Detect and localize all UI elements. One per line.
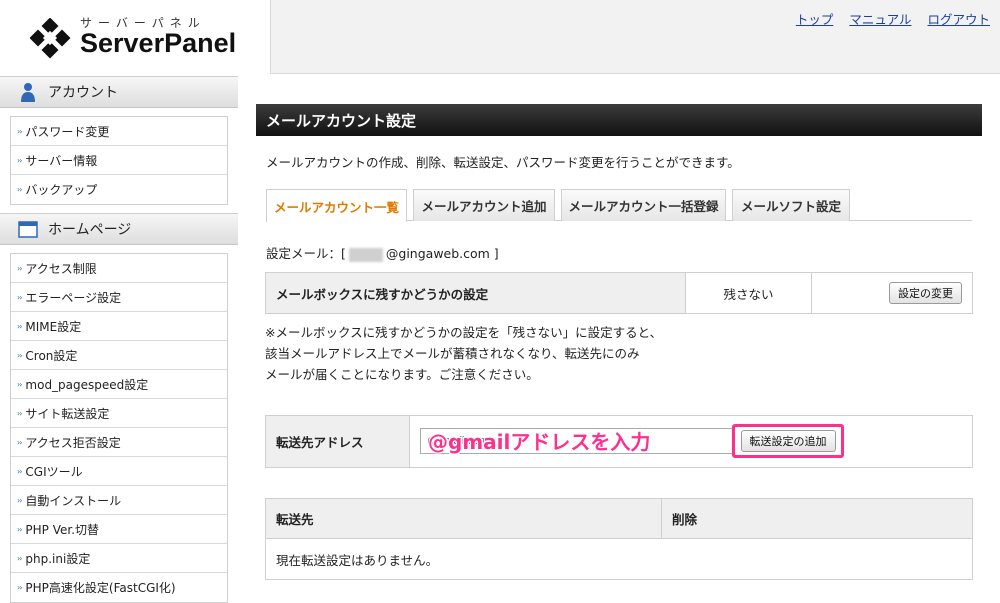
sidebar-item-label: アクセス拒否設定	[25, 435, 121, 450]
logo-text: ServerPanel	[80, 28, 237, 58]
sidebar-homepage-section: ホームページ ›› アクセス制限 ›› エラーページ設定 ›› MIME設定 ›› Cron設…	[0, 213, 238, 603]
setting-mail-domain: @gingaweb.com ]	[385, 246, 499, 261]
sidebar-item-label: バックアップ	[25, 183, 98, 197]
top-bar: トップ マニュアル ログアウト	[270, 0, 1000, 74]
sidebar-item[interactable]: ›› サーバー情報	[11, 146, 227, 175]
sidebar-item[interactable]: ›› サイト転送設定	[11, 399, 227, 428]
forward-destination-table: 転送先 削除 現在転送設定はありません。	[265, 498, 973, 580]
sidebar-item-label: パスワード変更	[25, 124, 110, 139]
chevron-right-icon: ››	[17, 350, 23, 360]
sidebar-item[interactable]: ›› 自動インストール	[11, 486, 227, 515]
sidebar-account-header: アカウント	[0, 76, 238, 108]
mailbox-setting-table: メールボックスに残すかどうかの設定 残さない 設定の変更	[265, 272, 973, 314]
col-delete-header: 削除	[661, 498, 973, 539]
tab-mail-software[interactable]: メールソフト設定	[732, 189, 850, 221]
sidebar-account-section: アカウント ›› パスワード変更 ›› サーバー情報 ›› バックアップ	[0, 76, 238, 205]
sidebar-item-label: MIME設定	[25, 319, 82, 334]
sidebar-homepage-title: ホームページ	[48, 222, 132, 238]
sidebar-item-label: PHP Ver.切替	[25, 522, 100, 537]
notice-line: ※メールボックスに残すかどうかの設定を「残さない」に設定すると、	[265, 325, 663, 340]
chevron-right-icon: ››	[17, 155, 23, 165]
tab-account-list[interactable]: メールアカウント一覧	[266, 189, 407, 222]
top-links: トップ マニュアル ログアウト	[796, 9, 990, 28]
sidebar-item[interactable]: ›› Cron設定	[11, 341, 227, 370]
change-setting-button[interactable]: 設定の変更	[889, 282, 962, 304]
chevron-right-icon: ››	[17, 408, 23, 418]
redacted-text	[348, 247, 383, 262]
chevron-right-icon: ››	[17, 466, 23, 476]
manual-link[interactable]: マニュアル	[849, 9, 911, 28]
highlight-frame: 転送設定の追加	[732, 424, 844, 458]
empty-message: 現在転送設定はありません。	[265, 538, 973, 580]
chevron-right-icon: ››	[17, 524, 23, 534]
notice-text: ※メールボックスに残すかどうかの設定を「残さない」に設定すると、 該当メールアド…	[265, 322, 662, 385]
sidebar-item-label: mod_pagespeed設定	[25, 377, 149, 392]
chevron-right-icon: ››	[17, 292, 23, 302]
sidebar-item[interactable]: ›› CGIツール	[11, 457, 227, 486]
sidebar-item[interactable]: ›› バックアップ	[11, 175, 227, 204]
chevron-right-icon: ››	[17, 185, 23, 194]
main-content: メールアカウント設定 メールアカウントの作成、削除、転送設定、パスワード変更を行…	[256, 104, 982, 580]
sidebar-account-list: ›› パスワード変更 ›› サーバー情報 ›› バックアップ	[10, 116, 228, 205]
section-description: メールアカウントの作成、削除、転送設定、パスワード変更を行うことができます。	[266, 155, 740, 170]
sidebar-item-label: php.ini設定	[25, 551, 91, 566]
user-icon	[21, 83, 35, 102]
logout-link[interactable]: ログアウト	[927, 9, 990, 28]
section-title: メールアカウント設定	[256, 104, 982, 136]
mailbox-setting-action: 設定の変更	[811, 272, 973, 314]
chevron-right-icon: ››	[17, 263, 23, 273]
chevron-right-icon: ››	[17, 495, 23, 505]
sidebar-item[interactable]: ›› MIME設定	[11, 312, 227, 341]
forward-address-cell: @gmailアドレスを入力 転送設定の追加	[409, 415, 973, 468]
sidebar-item[interactable]: ›› アクセス制限	[11, 254, 227, 283]
tab-account-add[interactable]: メールアカウント追加	[413, 189, 555, 221]
sidebar-item[interactable]: ›› パスワード変更	[11, 117, 227, 146]
sidebar-account-title: アカウント	[48, 85, 118, 101]
sidebar-item-label: Cron設定	[25, 348, 78, 363]
sidebar-item-label: サイト転送設定	[25, 406, 110, 421]
sidebar-item[interactable]: ›› エラーページ設定	[11, 283, 227, 312]
sidebar: アカウント ›› パスワード変更 ›› サーバー情報 ›› バックアップ ホームページ ›…	[0, 76, 240, 603]
col-destination-header: 転送先	[265, 498, 662, 539]
chevron-right-icon: ››	[17, 437, 23, 447]
setting-mail: 設定メール：[ @gingaweb.com ]	[266, 243, 982, 262]
sidebar-item-label: エラーページ設定	[25, 290, 122, 305]
serverpanel-logo-icon	[30, 18, 71, 59]
sidebar-item[interactable]: ›› php.ini設定	[11, 544, 227, 573]
sidebar-item[interactable]: ›› PHP高速化設定(FastCGI化)	[11, 573, 227, 602]
tab-account-bulk[interactable]: メールアカウント一括登録	[561, 189, 726, 221]
top-link[interactable]: トップ	[796, 9, 834, 28]
chevron-right-icon: ››	[17, 553, 23, 563]
sidebar-item[interactable]: ›› PHP Ver.切替	[11, 515, 227, 544]
sidebar-item-label: サーバー情報	[25, 153, 98, 168]
sidebar-homepage-header: ホームページ	[0, 213, 238, 245]
sidebar-item-label: PHP高速化設定(FastCGI化)	[25, 581, 176, 595]
sidebar-homepage-list: ›› アクセス制限 ›› エラーページ設定 ›› MIME設定 ›› Cron設定 ›› mod_…	[10, 253, 228, 603]
notice-line: メールが届くことになります。ご注意ください。	[265, 367, 539, 382]
sidebar-item-label: 自動インストール	[25, 493, 122, 508]
forward-address-table: 転送先アドレス @gmailアドレスを入力 転送設定の追加	[265, 415, 973, 468]
chevron-right-icon: ››	[17, 126, 23, 136]
mailbox-setting-label: メールボックスに残すかどうかの設定	[265, 272, 686, 314]
sidebar-item-label: CGIツール	[25, 464, 83, 479]
notice-line: 該当メールアドレス上でメールが蓄積されなくなり、転送先にのみ	[265, 346, 640, 361]
chevron-right-icon: ››	[17, 583, 23, 592]
mailbox-setting-value: 残さない	[685, 272, 812, 314]
forward-address-input[interactable]	[420, 428, 740, 454]
chevron-right-icon: ››	[17, 379, 23, 389]
setting-mail-prefix: 設定メール：[	[266, 246, 346, 261]
tab-bar: メールアカウント一覧 メールアカウント追加 メールアカウント一括登録 メールソフ…	[266, 189, 972, 222]
sidebar-item[interactable]: ›› アクセス拒否設定	[11, 428, 227, 457]
logo-area: サーバーパネル ServerPanel	[0, 0, 270, 74]
window-icon	[18, 221, 38, 238]
chevron-right-icon: ››	[17, 321, 23, 331]
forward-address-label: 転送先アドレス	[265, 415, 410, 468]
sidebar-item[interactable]: ›› mod_pagespeed設定	[11, 370, 227, 399]
sidebar-item-label: アクセス制限	[25, 261, 97, 276]
add-forward-button[interactable]: 転送設定の追加	[740, 430, 836, 452]
